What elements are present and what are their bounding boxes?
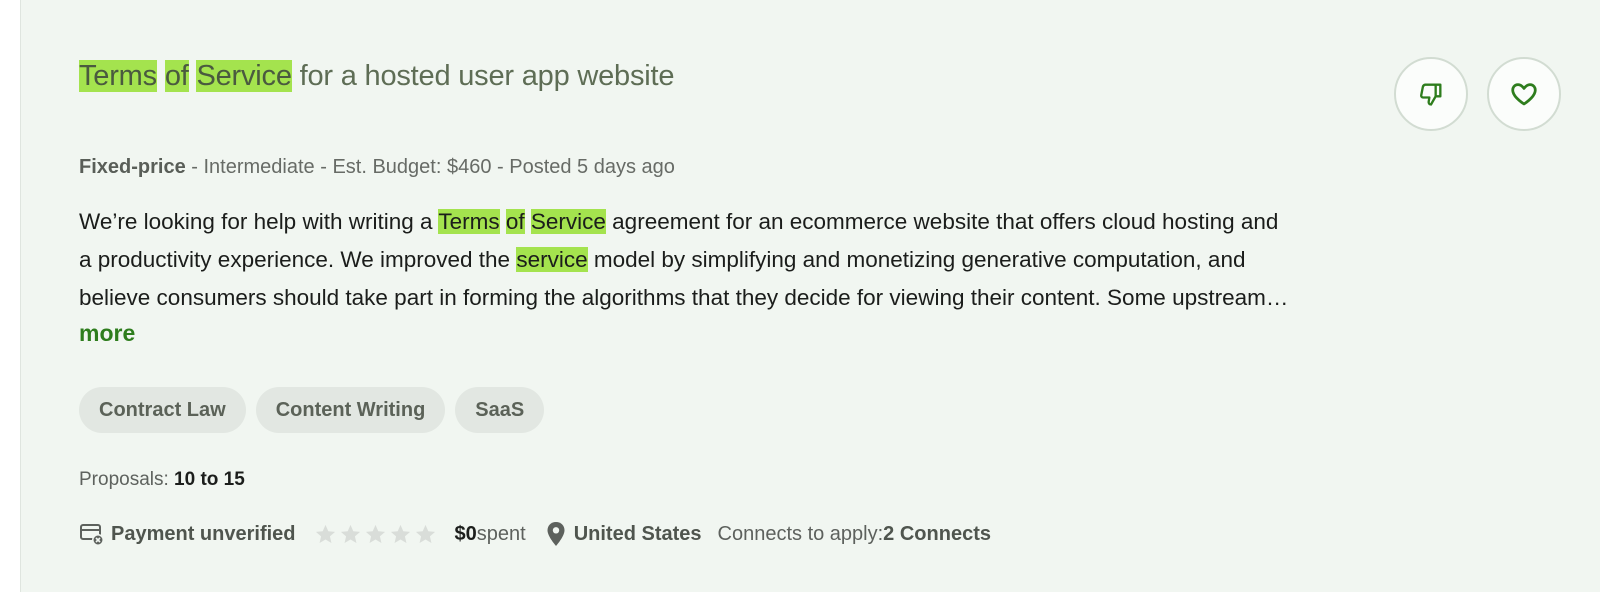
title-highlight: of: [164, 60, 189, 92]
star-icon: [315, 524, 335, 543]
posted-time: Posted 5 days ago: [509, 156, 675, 178]
description-text: believe consumers should take part in fo…: [79, 285, 1289, 310]
description-line: believe consumers should take part in fo…: [79, 279, 1565, 317]
dislike-button[interactable]: [1394, 57, 1468, 131]
star-icon: [365, 524, 385, 543]
description-text: [500, 209, 506, 234]
budget: Est. Budget: $460: [332, 156, 492, 178]
meta-separator: -: [185, 156, 204, 178]
proposals: Proposals: 10 to 15: [79, 466, 245, 494]
client-rating: [314, 523, 437, 546]
proposals-label: Proposals:: [79, 469, 175, 490]
payment-status: Payment unverified: [111, 522, 296, 545]
job-description: We’re looking for help with writing a Te…: [79, 203, 1565, 317]
map-pin-icon: [547, 522, 565, 546]
connects-value: 2 Connects: [883, 522, 991, 545]
star-icon: [390, 524, 410, 543]
description-text: a productivity experience. We improved t…: [79, 247, 517, 272]
proposals-value: 10 to 15: [174, 469, 245, 490]
job-meta: Fixed-price - Intermediate - Est. Budget…: [79, 153, 675, 181]
description-text: We’re looking for help with writing a: [79, 209, 439, 234]
job-title[interactable]: Terms of Service for a hosted user app w…: [79, 56, 1279, 96]
description-highlight: Terms: [438, 209, 500, 234]
connects-label: Connects to apply:: [717, 522, 884, 545]
job-type: Fixed-price: [79, 156, 186, 178]
skill-tag[interactable]: SaaS: [455, 387, 545, 433]
save-job-button[interactable]: [1487, 57, 1561, 131]
skill-tag[interactable]: Content Writing: [255, 387, 446, 433]
description-line: We’re looking for help with writing a Te…: [79, 203, 1565, 241]
title-text: for a hosted user app website: [291, 60, 675, 92]
description-text: model by simplifying and monetizing gene…: [587, 247, 1246, 272]
meta-separator: -: [491, 156, 510, 178]
description-highlight: of: [505, 209, 525, 234]
star-icon: [340, 524, 360, 543]
thumbs-down-icon: [1420, 83, 1442, 106]
skill-tag[interactable]: Contract Law: [79, 387, 246, 433]
more-link[interactable]: more: [79, 317, 135, 349]
description-highlight: service: [516, 247, 588, 272]
star-icon: [415, 524, 435, 543]
client-location: United States: [573, 522, 702, 545]
description-highlight: Service: [530, 209, 606, 234]
experience-level: Intermediate: [203, 156, 315, 178]
meta-separator: -: [314, 156, 333, 178]
description-text: agreement for an ecommerce website that …: [605, 209, 1279, 234]
spent-amount: $0: [454, 522, 477, 545]
spent-label: spent: [476, 522, 526, 545]
card-x-icon: [80, 524, 104, 546]
skill-tags: Contract Law Content Writing SaaS: [79, 387, 545, 433]
title-highlight: Terms: [79, 60, 157, 92]
heart-icon: [1511, 83, 1537, 106]
job-card[interactable]: Terms of Service for a hosted user app w…: [20, 0, 1600, 592]
client-info: Payment unverified $0 spent United State…: [79, 517, 991, 551]
title-highlight: Service: [196, 60, 292, 92]
description-line: a productivity experience. We improved t…: [79, 241, 1565, 279]
description-text: [525, 209, 531, 234]
title-text: [157, 60, 165, 92]
